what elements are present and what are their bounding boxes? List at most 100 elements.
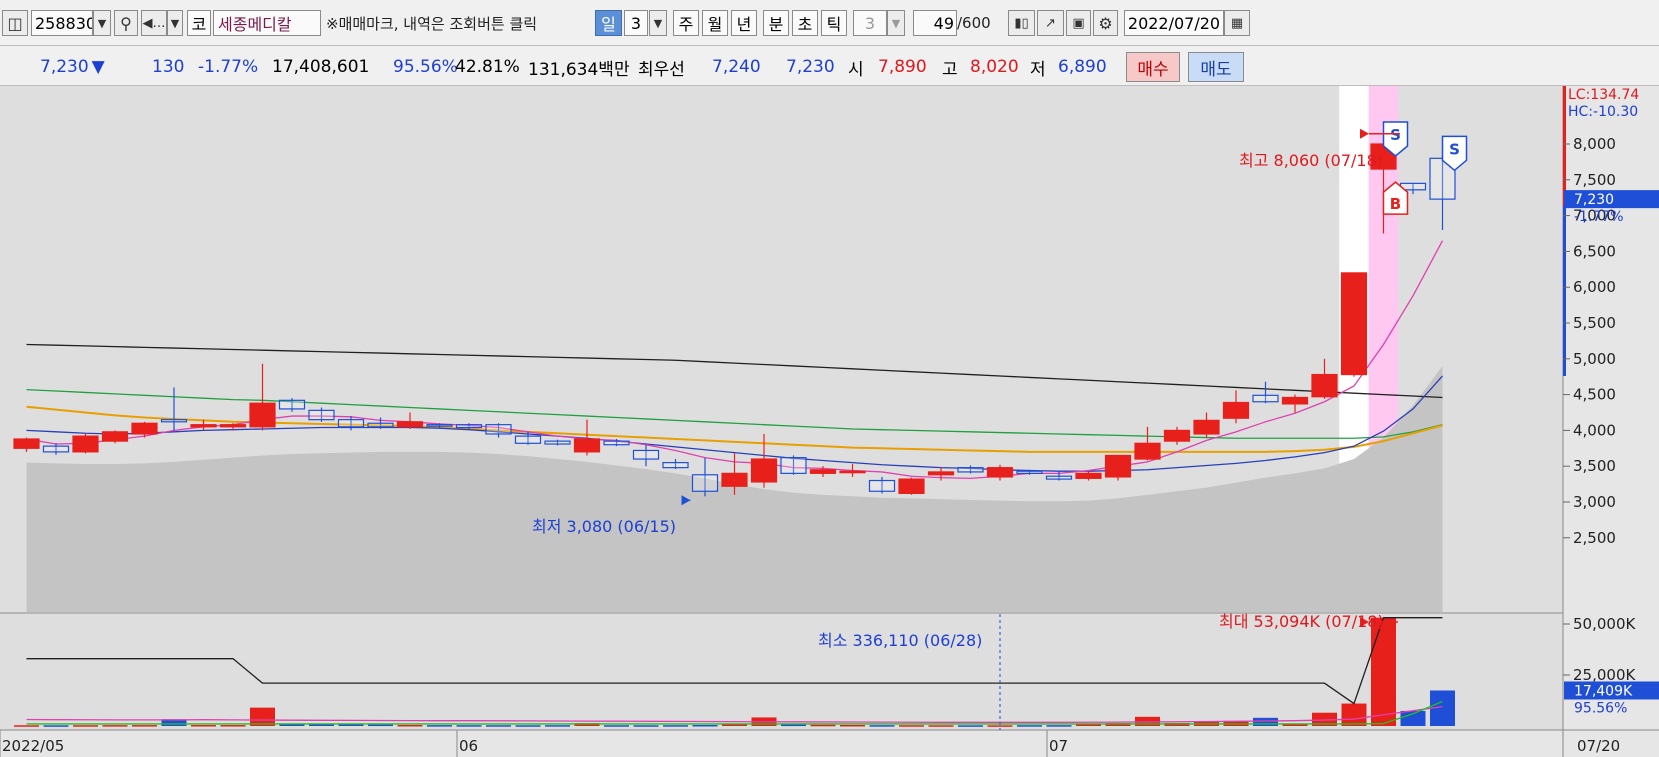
volume-axis-label: 50,000K (1573, 615, 1636, 633)
volume-bar (899, 725, 924, 727)
period-week-button[interactable]: 주 (673, 10, 699, 36)
candle-body (868, 479, 896, 492)
volume-bar (1341, 703, 1367, 726)
candle-body (396, 421, 424, 428)
trade-amount: 131,634백만 (528, 59, 630, 80)
price-axis-label: 4,000 (1573, 421, 1616, 439)
period-minute-button[interactable]: 분 (763, 10, 789, 36)
period-tick-button[interactable]: 틱 (821, 10, 847, 36)
candle-body (514, 435, 542, 444)
volume-bar (663, 725, 688, 727)
candle-body (1252, 394, 1279, 403)
candle-body (1311, 373, 1338, 398)
date-axis-label: 07/20 (1577, 737, 1620, 755)
speaker-dropdown-icon[interactable]: ▼ (167, 10, 183, 36)
open-label: 시 (848, 59, 864, 80)
hc-indicator-bar (1563, 206, 1566, 376)
candle-body (839, 470, 866, 474)
hc-value: HC:-10.30 (1568, 104, 1638, 120)
interval-field[interactable]: 3 (853, 10, 887, 36)
candle-body (190, 424, 217, 428)
candle-body (1163, 429, 1191, 442)
interval-dropdown-icon[interactable]: ▼ (887, 10, 905, 36)
code-dropdown-icon[interactable]: ▼ (93, 10, 111, 36)
notice-text: ※매매마크, 내역은 조회버튼 클릭 (326, 14, 538, 33)
count-current-field[interactable]: 49 (913, 10, 957, 36)
search-icon[interactable]: ⚲ (114, 10, 138, 36)
price-axis-label: 8,000 (1573, 135, 1616, 153)
min-price-annotation: 최저 3,080 (06/15) (532, 517, 676, 536)
volume-bar (545, 725, 570, 727)
period-day-button[interactable]: 일 (595, 10, 622, 36)
speaker-icon[interactable]: ◀… (141, 10, 167, 36)
volume-bar (191, 725, 216, 727)
volume-bar (250, 707, 275, 726)
date-axis-label: 06 (459, 737, 478, 755)
period-dropdown-icon[interactable]: ▼ (649, 10, 667, 36)
candle-body (780, 457, 807, 474)
low-label: 저 (1030, 59, 1046, 80)
candle-body (367, 422, 394, 428)
candle-body (809, 469, 837, 474)
save-icon[interactable]: ▣ (1066, 10, 1091, 36)
open-price: 7,890 (878, 57, 927, 77)
price-axis-label: 3,500 (1573, 457, 1616, 475)
volume-axis-label: 25,000K (1573, 666, 1636, 684)
date-field[interactable]: 2022/07/20 (1124, 10, 1224, 36)
best-quote-label: 최우선 (638, 59, 685, 80)
candle-body (957, 467, 984, 473)
volume-bar (102, 725, 128, 727)
candle-body (219, 424, 247, 428)
volume-bar (368, 724, 393, 727)
volume-bar (73, 725, 98, 727)
menu-icon[interactable]: ◫ (2, 10, 28, 36)
volume-bar (633, 725, 659, 727)
price-axis-label: 2,500 (1573, 529, 1616, 547)
volume-bar (338, 724, 364, 726)
volume-panel-background (0, 614, 1563, 730)
candle-body (337, 419, 365, 428)
calendar-icon[interactable]: ▦ (1224, 10, 1250, 36)
sell-button[interactable]: 매도 (1188, 52, 1244, 82)
period-second-button[interactable]: 초 (792, 10, 818, 36)
candle-body (721, 472, 748, 487)
volume-bar (958, 725, 983, 727)
current-price-tag: 7,230 (1574, 192, 1614, 208)
stock-name-field[interactable]: 세종메디칼 (213, 10, 321, 36)
price-axis-label: 5,000 (1573, 350, 1616, 368)
candle-body (1193, 419, 1220, 435)
volume-bar (928, 725, 954, 727)
candle-body (898, 478, 925, 495)
line-tool-icon[interactable]: ↗ (1037, 10, 1064, 36)
volume-bar (1046, 725, 1072, 727)
volume-bar (692, 724, 718, 727)
period-year-button[interactable]: 년 (731, 10, 757, 36)
buy-button[interactable]: 매수 (1126, 52, 1180, 82)
volume-bar (14, 725, 39, 727)
stock-code-input[interactable]: 258830 (31, 10, 93, 36)
lc-value: LC:134.74 (1568, 87, 1639, 103)
volume-bar (810, 724, 836, 727)
volume-bar (427, 725, 452, 727)
high-price: 8,020 (970, 57, 1019, 77)
period-month-button[interactable]: 월 (702, 10, 728, 36)
volume-bar (132, 725, 157, 727)
gear-icon[interactable]: ⚙ (1093, 10, 1118, 36)
volume-bar (220, 725, 246, 727)
candle-body (455, 424, 483, 429)
buy-mark-label: B (1390, 195, 1401, 213)
change-percent: -1.77% (198, 57, 259, 77)
max-price-annotation: 최고 8,060 (07/18) (1239, 151, 1383, 170)
chart-toolbar: ◫ 258830 ▼ ⚲ ◀… ▼ 코 세종메디칼 ※매매마크, 내역은 조회버… (0, 0, 1659, 46)
sell-mark-label: S (1390, 126, 1401, 144)
candle-body (544, 440, 571, 445)
candle-body (308, 409, 335, 421)
period-count-field[interactable]: 3 (624, 10, 648, 36)
candle-body (278, 399, 306, 410)
bid-price: 7,230 (786, 57, 835, 77)
candle-body (1045, 475, 1073, 480)
market-label[interactable]: 코 (187, 10, 211, 36)
candle-type-icon[interactable]: ▮▯ (1008, 10, 1035, 36)
quote-bar: 7,230 ▼ 130 -1.77% 17,408,601 95.56% 42.8… (0, 46, 1659, 86)
candle-body (603, 440, 630, 446)
